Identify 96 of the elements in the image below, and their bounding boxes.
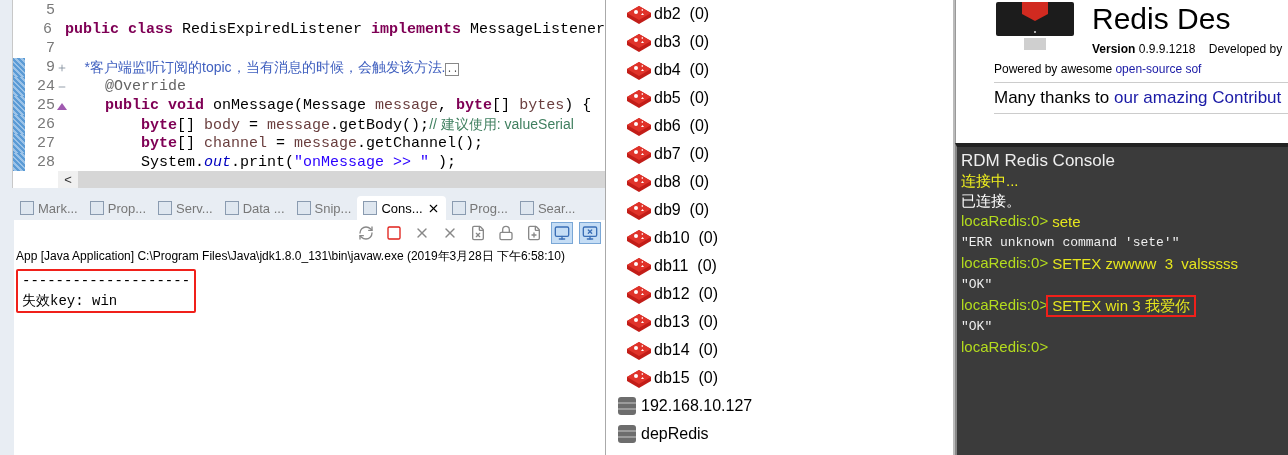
view-icon	[224, 201, 239, 215]
triangle-icon	[57, 101, 67, 110]
contributors-link[interactable]: our amazing Contribut	[1114, 88, 1282, 107]
redis-cube-icon	[626, 255, 652, 277]
console-command: sete	[1051, 212, 1082, 232]
monitor-logo-icon	[994, 2, 1076, 52]
view-tab[interactable]: Sear...	[513, 196, 582, 220]
console-title: RDM Redis Console	[961, 151, 1116, 171]
database-item[interactable]: db9 (0)	[626, 199, 710, 221]
console-message: "OK"	[961, 276, 993, 294]
code-line: public void onMessage(Message message, byte[] bytes) {	[104, 97, 592, 114]
stop-icon[interactable]	[386, 225, 402, 241]
console-message: "ERR unknown command 'sete'"	[961, 234, 1180, 252]
console-prompt: locaRedis:0>	[961, 211, 1049, 231]
view-tab[interactable]: Snip...	[290, 196, 358, 220]
lock-icon[interactable]	[498, 225, 514, 241]
refresh-icon[interactable]	[358, 225, 374, 241]
redis-cube-icon	[626, 171, 652, 193]
redis-cube-icon	[626, 227, 652, 249]
redis-cube-icon	[626, 199, 652, 221]
thanks-text: Many thanks to our amazing Contribut	[994, 82, 1288, 114]
view-icon	[451, 201, 466, 215]
redis-cube-icon	[626, 339, 652, 361]
console-prompt: locaRedis:0>	[961, 253, 1049, 273]
database-item[interactable]: db10 (0)	[626, 227, 719, 249]
redis-cube-icon	[626, 311, 652, 333]
redis-cube-icon	[626, 115, 652, 137]
code-line: @Override	[104, 78, 187, 95]
view-icon	[158, 201, 173, 215]
open-source-link[interactable]: open-source sof	[1115, 62, 1202, 76]
view-tab[interactable]: Mark...	[14, 196, 84, 220]
line-number: 25	[36, 97, 55, 114]
database-item[interactable]: db4 (0)	[626, 59, 710, 81]
view-tab[interactable]: Cons...	[357, 196, 446, 220]
line-number: 26	[36, 116, 55, 133]
line-number: 28	[36, 154, 55, 171]
database-item[interactable]: db11 (0)	[626, 255, 717, 277]
database-item[interactable]: db5 (0)	[626, 87, 710, 109]
database-item[interactable]: db12 (0)	[626, 283, 719, 305]
redis-cube-icon	[626, 59, 652, 81]
view-tab[interactable]: Prog...	[445, 196, 514, 220]
view-icon	[20, 201, 34, 215]
line-number: 9	[45, 59, 55, 76]
console-message: 连接中...	[961, 171, 1019, 191]
database-item[interactable]: db2 (0)	[626, 3, 710, 25]
console-output: -------------------- 失效key: win	[16, 269, 197, 313]
view-icon	[519, 201, 534, 215]
file-plus-icon[interactable]	[526, 225, 542, 241]
connection-item[interactable]: depRedis	[617, 424, 709, 444]
code-line: byte[] body = message.getBody();// 建议使用: valueSerial	[140, 115, 574, 134]
file-x-icon[interactable]	[470, 225, 486, 241]
database-item[interactable]: db13 (0)	[626, 311, 719, 333]
connection-item[interactable]: 192.168.10.127	[617, 396, 753, 416]
console-prompt: locaRedis:0>	[961, 295, 1049, 315]
database-item[interactable]: db15 (0)	[626, 367, 719, 389]
line-number: 7	[45, 40, 55, 57]
line-number: 24	[36, 78, 55, 95]
redis-cube-icon	[626, 283, 652, 305]
scroll-left-button[interactable]: <	[58, 171, 78, 188]
view-tab[interactable]: Prop...	[83, 196, 153, 220]
view-tab[interactable]: Serv...	[152, 196, 219, 220]
database-item[interactable]: db3 (0)	[626, 31, 710, 53]
version-text: Version 0.9.9.1218 Developed by	[1092, 42, 1283, 56]
line-number: 5	[45, 2, 55, 19]
code-line: *客户端监听订阅的topic，当有消息的时候，会触发该方法...	[83, 58, 460, 77]
database-item[interactable]: db8 (0)	[626, 171, 710, 193]
view-tab[interactable]: Data ...	[218, 196, 291, 220]
view-icon	[363, 201, 378, 215]
database-item[interactable]: db6 (0)	[626, 115, 710, 137]
redis-cube-icon	[626, 87, 652, 109]
line-number: 27	[36, 135, 55, 152]
code-line: public class RedisExpiredListener implements MessageListener	[64, 21, 605, 38]
database-item[interactable]: db14 (0)	[626, 339, 719, 361]
view-icon	[89, 201, 104, 215]
line-number: 6	[41, 21, 52, 38]
code-line: System.out.print("onMessage >> " );	[140, 154, 457, 171]
app-title: Redis Des	[1092, 2, 1232, 36]
console-command: SETEX win 3 我爱你	[1046, 295, 1196, 317]
console-prompt: locaRedis:0>	[961, 337, 1049, 357]
redis-cube-icon	[626, 3, 652, 25]
database-item[interactable]: db7 (0)	[626, 143, 710, 165]
redis-cube-icon	[626, 31, 652, 53]
server-icon	[617, 424, 637, 444]
console-command: SETEX zwwww 3 valsssss	[1051, 254, 1239, 274]
scrollbar[interactable]: <	[58, 171, 605, 188]
code-editor[interactable]	[12, 0, 605, 188]
redis-cube-icon	[626, 367, 652, 389]
console-message: 已连接。	[961, 191, 1021, 211]
console-message: "OK"	[961, 318, 993, 336]
server-icon	[617, 396, 637, 416]
console-header: App [Java Application] C:\Program Files\Java\jdk1.8.0_131\bin\javaw.exe (2019年3月28日 下午6:58:10)	[15, 248, 566, 265]
expand-icon[interactable]	[57, 62, 67, 73]
code-line: byte[] channel = message.getChannel();	[140, 135, 484, 152]
redis-cube-icon	[626, 143, 652, 165]
powered-text: Powered by awesome open-source sof	[994, 62, 1203, 76]
view-icon	[296, 201, 311, 215]
